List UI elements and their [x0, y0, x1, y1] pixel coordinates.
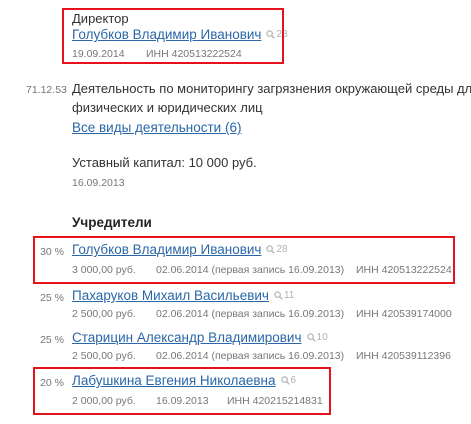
founders-heading: Учредители [72, 215, 152, 230]
highlight-box-founder [33, 367, 331, 415]
all-activities-link[interactable]: Все виды деятельности (6) [72, 120, 241, 135]
highlight-box-founder [33, 236, 455, 284]
founder-mentions-count: 10 [316, 332, 328, 343]
founder-mentions-count: 11 [283, 290, 295, 301]
founder-amount: 2 500,00 руб. [72, 350, 136, 362]
company-card-page: { "director": { "title": "Директор", "na… [0, 0, 471, 424]
activity-description-line1: Деятельность по мониторингу загрязнения … [72, 81, 471, 96]
founder-amount: 2 500,00 руб. [72, 308, 136, 320]
founder-date: 02.06.2014 (первая запись 16.09.2013) [156, 308, 345, 320]
search-icon [306, 333, 316, 342]
highlight-box-director [62, 8, 284, 64]
founder-row: Пахаруков Михаил Васильевич 11 [72, 288, 294, 303]
activity-code: 71.12.53 [26, 84, 67, 96]
founder-inn: ИНН 420539174000 [356, 308, 452, 320]
founder-date: 02.06.2014 (первая запись 16.09.2013) [156, 350, 345, 362]
search-icon [274, 291, 283, 300]
founder-name-link[interactable]: Пахаруков Михаил Васильевич [72, 288, 269, 303]
capital-date: 16.09.2013 [72, 177, 125, 189]
founder-mentions[interactable]: 11 [274, 290, 294, 301]
capital-text: Уставный капитал: 10 000 руб. [72, 155, 257, 170]
founder-percent: 25 % [40, 334, 64, 346]
founder-percent: 25 % [40, 292, 64, 304]
founder-name-link[interactable]: Старицин Александр Владимирович [72, 330, 302, 345]
founder-row: Старицин Александр Владимирович 10 [72, 330, 328, 345]
founder-inn: ИНН 420539112396 [356, 350, 451, 362]
activity-description-line2: физических и юридических лиц [72, 100, 263, 115]
founder-mentions[interactable]: 10 [306, 332, 328, 343]
